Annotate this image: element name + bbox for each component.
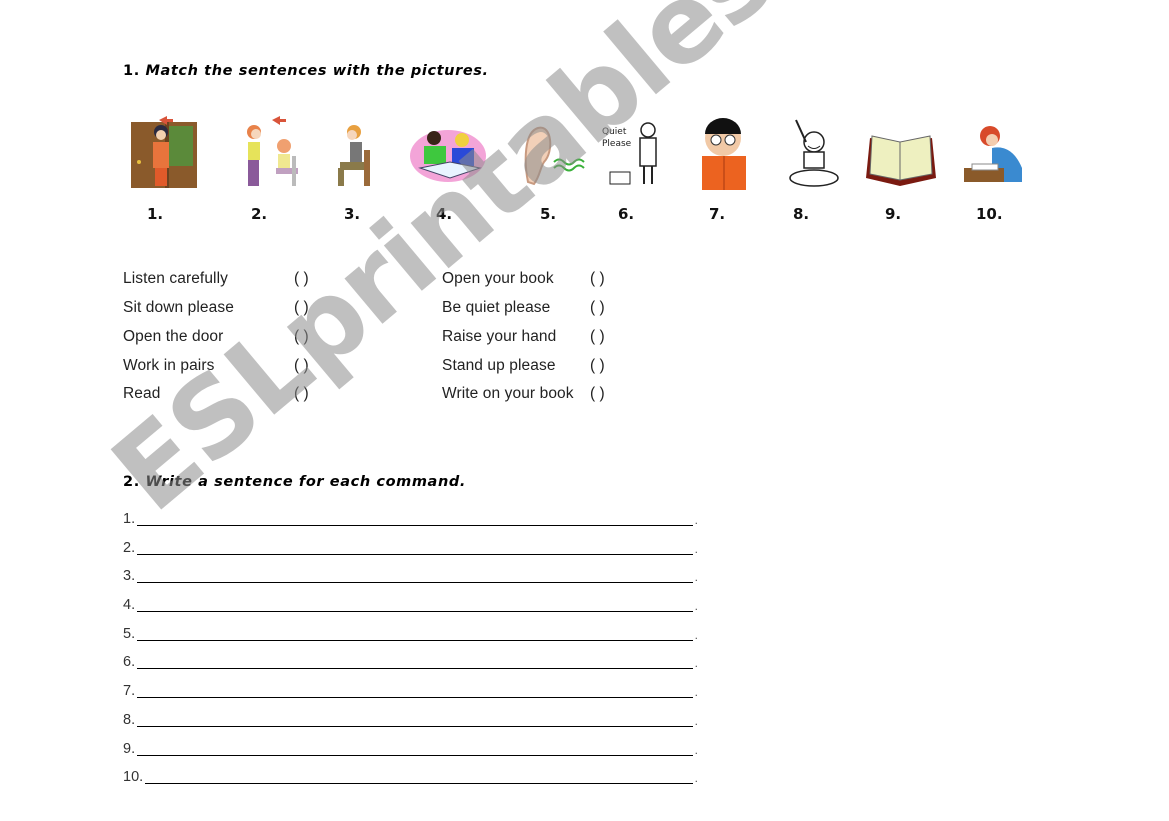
answer-blank[interactable]: ( ) (294, 299, 309, 317)
writing-line[interactable]: 4.. (123, 594, 698, 614)
line-number: 6. (123, 654, 136, 670)
writing-line[interactable]: 3.. (123, 565, 698, 585)
writing-line[interactable]: 1.. (123, 508, 698, 528)
line-number: 10. (123, 769, 144, 785)
line-end: . (694, 570, 698, 584)
quiet-please-icon: Quiet Please (596, 112, 674, 192)
line-end: . (694, 656, 698, 670)
picture-number: 2. (251, 205, 268, 223)
answer-blank[interactable]: ( ) (294, 270, 309, 288)
line-number: 3. (123, 568, 136, 584)
section-1-number: 1. (123, 63, 140, 79)
writing-line[interactable]: 9.. (123, 738, 698, 758)
watermark: ESLprintables.com (90, 0, 1013, 536)
line-end: . (694, 513, 698, 527)
line-end: . (694, 628, 698, 642)
underline (137, 525, 693, 526)
section-1-title: Match the sentences with the pictures. (145, 63, 489, 79)
match-sentence: Listen carefully (123, 270, 228, 287)
match-sentence: Open the door (123, 328, 224, 345)
underline (137, 554, 693, 555)
answer-blank[interactable]: ( ) (294, 357, 309, 375)
picture-number: 5. (540, 205, 557, 223)
answer-blank[interactable]: ( ) (590, 299, 605, 317)
work-in-pairs-icon (408, 112, 486, 192)
writing-line[interactable]: 6.. (123, 651, 698, 671)
picture-number: 3. (344, 205, 361, 223)
stand-up-icon (232, 112, 310, 192)
line-number: 8. (123, 712, 136, 728)
svg-text:Quiet: Quiet (602, 127, 627, 137)
underline (137, 755, 693, 756)
answer-blank[interactable]: ( ) (590, 357, 605, 375)
answer-blank[interactable]: ( ) (294, 385, 309, 403)
line-end: . (694, 714, 698, 728)
underline (137, 640, 693, 641)
picture-number: 1. (147, 205, 164, 223)
boy-reading-icon (684, 112, 762, 192)
writing-line[interactable]: 2.. (123, 537, 698, 557)
line-end: . (694, 599, 698, 613)
writing-icon (956, 112, 1034, 192)
line-number: 1. (123, 511, 136, 527)
picture-number: 8. (793, 205, 810, 223)
picture-number: 6. (618, 205, 635, 223)
answer-blank[interactable]: ( ) (590, 328, 605, 346)
match-sentence: Read (123, 385, 161, 402)
underline (137, 726, 693, 727)
writing-line[interactable]: 7.. (123, 680, 698, 700)
writing-line[interactable]: 10.. (123, 766, 698, 786)
answer-blank[interactable]: ( ) (294, 328, 309, 346)
line-number: 7. (123, 683, 136, 699)
section-2-title: Write a sentence for each command. (145, 474, 466, 490)
line-end: . (694, 542, 698, 556)
match-sentence: Raise your hand (442, 328, 557, 345)
line-number: 9. (123, 741, 136, 757)
picture-number: 10. (976, 205, 1003, 223)
underline (137, 697, 693, 698)
line-end: . (694, 771, 698, 785)
open-book-icon (862, 112, 940, 192)
picture-number: 4. (436, 205, 453, 223)
answer-blank[interactable]: ( ) (590, 270, 605, 288)
ear-listen-icon (518, 112, 596, 192)
match-sentence: Write on your book (442, 385, 574, 402)
match-sentence: Work in pairs (123, 357, 215, 374)
match-sentence: Open your book (442, 270, 554, 287)
underline (137, 611, 693, 612)
open-door-icon (125, 112, 203, 192)
underline (137, 668, 693, 669)
answer-blank[interactable]: ( ) (590, 385, 605, 403)
underline (137, 582, 693, 583)
section-2-number: 2. (123, 474, 140, 490)
section-2-heading: 2. Write a sentence for each command. (123, 474, 466, 490)
line-number: 2. (123, 540, 136, 556)
line-end: . (694, 743, 698, 757)
writing-line[interactable]: 5.. (123, 623, 698, 643)
underline (145, 783, 693, 784)
match-sentence: Be quiet please (442, 299, 551, 316)
raise-hand-icon (772, 112, 850, 192)
line-number: 5. (123, 626, 136, 642)
picture-number: 9. (885, 205, 902, 223)
match-sentence: Sit down please (123, 299, 234, 316)
sit-down-icon (318, 112, 396, 192)
picture-number: 7. (709, 205, 726, 223)
line-number: 4. (123, 597, 136, 613)
line-end: . (694, 685, 698, 699)
svg-text:Please: Please (602, 139, 632, 149)
writing-line[interactable]: 8.. (123, 709, 698, 729)
section-1-heading: 1. Match the sentences with the pictures… (123, 63, 489, 79)
match-sentence: Stand up please (442, 357, 556, 374)
